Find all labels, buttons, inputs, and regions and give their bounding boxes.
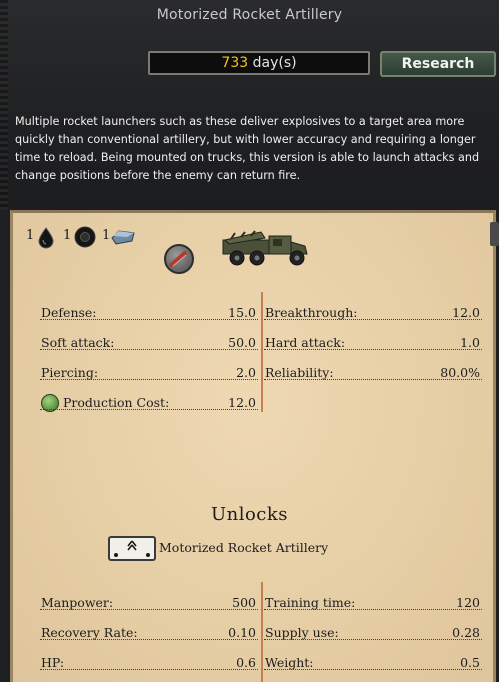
stat-recovery-rate-value: 0.10: [228, 625, 256, 640]
stat-supply-use-label: Supply use:: [265, 625, 339, 640]
research-days-display: 733 day(s): [148, 51, 370, 75]
stat-reliability-value: 80.0%: [440, 365, 480, 380]
rocket-truck-icon: [222, 230, 308, 266]
stat-production-cost-value: 12.0: [228, 395, 256, 410]
stat-weight-value: 0.5: [460, 655, 480, 670]
resource-count-rubber: 1: [63, 228, 72, 243]
unlock-stats-column-divider: [261, 582, 263, 682]
unlocked-unit-name: Motorized Rocket Artillery: [159, 540, 329, 555]
stat-manpower-value: 500: [232, 595, 256, 610]
resource-count-oil: 1: [26, 228, 35, 243]
stat-soft-attack-value: 50.0: [228, 335, 256, 350]
stat-supply-use-value: 0.28: [452, 625, 480, 640]
oil-drop-icon: [38, 227, 54, 249]
stat-training-time-value: 120: [456, 595, 480, 610]
research-days-unit: day(s): [252, 55, 297, 71]
stat-training-time-label: Training time:: [265, 595, 356, 610]
unlocks-heading: Unlocks: [210, 504, 289, 525]
unlocked-unit-badge[interactable]: [108, 536, 156, 561]
stat-defense-label: Defense:: [41, 305, 97, 320]
rubber-tire-icon: [74, 226, 96, 248]
stat-recovery-rate-label: Recovery Rate:: [41, 625, 138, 640]
research-button[interactable]: Research: [380, 51, 496, 77]
stat-piercing-label: Piercing:: [41, 365, 99, 380]
tech-description: Multiple rocket launchers such as these …: [15, 115, 480, 182]
stat-defense-value: 15.0: [228, 305, 256, 320]
window-title: Motorized Rocket Artillery: [156, 7, 343, 23]
stat-breakthrough-value: 12.0: [452, 305, 480, 320]
stat-hp-label: HP:: [41, 655, 65, 670]
research-days-value: 733: [221, 55, 249, 71]
stat-weight-label: Weight:: [265, 655, 314, 670]
tech-details-panel: [10, 210, 496, 682]
stat-piercing-value: 2.0: [236, 365, 256, 380]
stat-breakthrough-label: Breakthrough:: [265, 305, 358, 320]
stats-column-divider: [261, 292, 263, 412]
stat-hard-attack-value: 1.0: [460, 335, 480, 350]
steel-ingot-icon: [111, 230, 135, 245]
stat-production-cost-label: Production Cost:: [63, 395, 170, 410]
stat-reliability-label: Reliability:: [265, 365, 334, 380]
stat-soft-attack-label: Soft attack:: [41, 335, 115, 350]
rocket-battalion-icon: [114, 540, 150, 557]
rocket-launcher-equipment-icon: [164, 244, 194, 274]
stat-hp-value: 0.6: [236, 655, 256, 670]
scrollbar-handle[interactable]: [490, 222, 499, 246]
stat-manpower-label: Manpower:: [41, 595, 114, 610]
stat-hard-attack-label: Hard attack:: [265, 335, 346, 350]
